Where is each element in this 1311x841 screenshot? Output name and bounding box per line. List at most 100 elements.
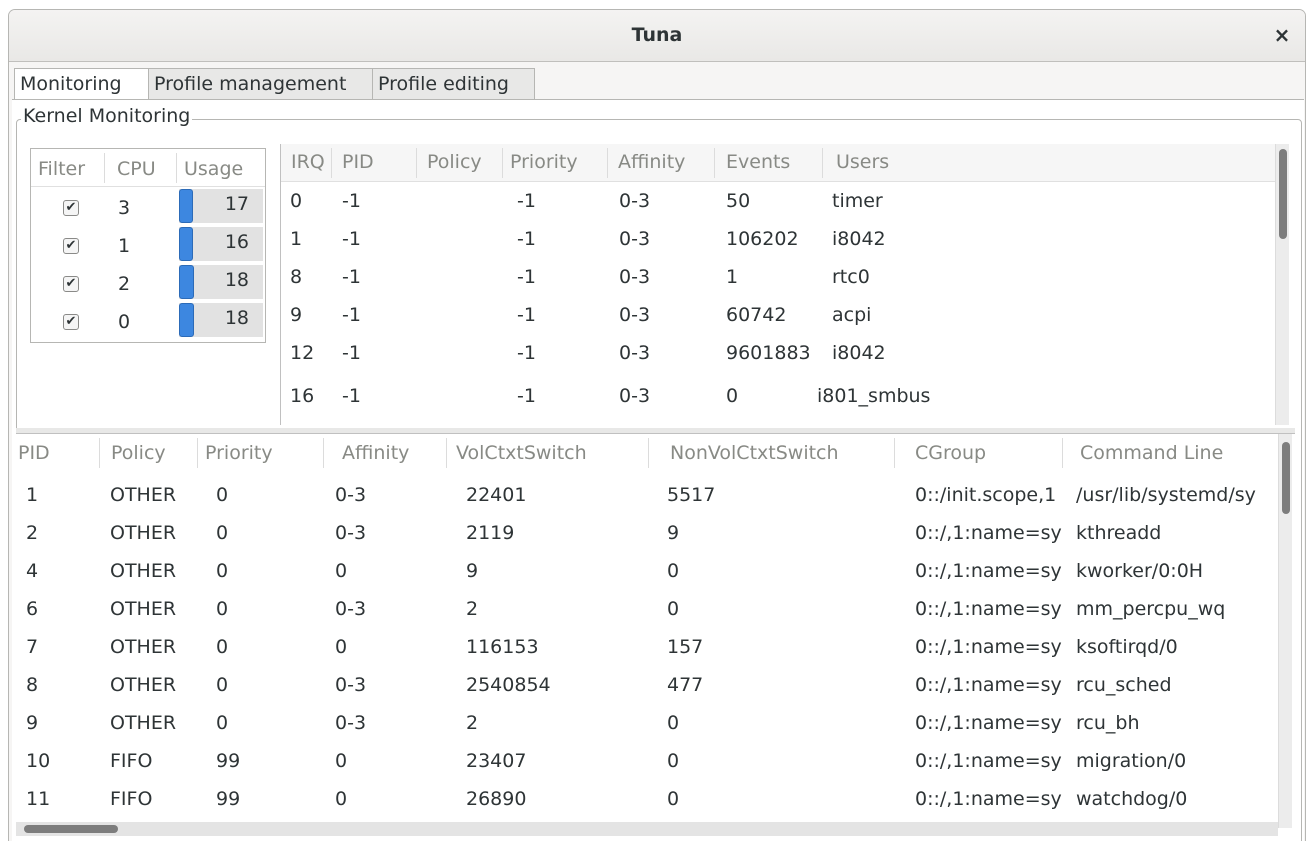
usage-value: 18 [224,307,249,329]
column-header-volctxtswitch[interactable]: VolCtxtSwitch [456,442,587,464]
affinity-cell: 0 [335,560,348,582]
scrollbar-thumb[interactable] [24,825,118,833]
column-header-policy[interactable]: Policy [427,151,482,173]
column-header-command-line[interactable]: Command Line [1080,442,1223,464]
priority-cell: -1 [517,266,536,288]
column-header-filter[interactable]: Filter [38,158,85,180]
affinity-cell: 0-3 [335,598,367,620]
nonvolctxtswitch-cell: 5517 [667,484,716,506]
cpu-number: 2 [118,273,131,295]
pid-cell: -1 [342,304,361,326]
policy-cell: OTHER [110,560,177,582]
priority-cell: 0 [216,712,229,734]
filter-checkbox[interactable]: ✔ [63,314,79,330]
affinity-cell: 0-3 [619,228,651,250]
nonvolctxtswitch-cell: 157 [667,636,704,658]
tab-monitoring[interactable]: Monitoring [14,68,149,100]
priority-cell: 99 [216,788,241,810]
nonvolctxtswitch-cell: 0 [667,750,680,772]
policy-cell: OTHER [110,522,177,544]
column-separator [714,148,715,178]
scrollbar-thumb[interactable] [1282,442,1290,514]
column-separator [104,153,105,183]
affinity-cell: 0-3 [335,522,367,544]
column-header-affinity[interactable]: Affinity [618,151,685,173]
tab-profile-editing[interactable]: Profile editing [372,68,535,100]
volctxtswitch-cell: 23407 [466,750,527,772]
column-header-affinity[interactable]: Affinity [342,442,409,464]
volctxtswitch-cell: 26890 [466,788,527,810]
nonvolctxtswitch-cell: 0 [667,560,680,582]
filter-checkbox[interactable]: ✔ [63,200,79,216]
priority-cell: 0 [216,636,229,658]
column-header-irq[interactable]: IRQ [291,151,325,173]
irq-cell: 1 [290,228,303,250]
column-header-cgroup[interactable]: CGroup [915,442,986,464]
priority-cell: -1 [517,190,536,212]
column-header-priority[interactable]: Priority [205,442,273,464]
pid-cell: 9 [26,712,39,734]
pid-cell: -1 [342,266,361,288]
policy-cell: OTHER [110,636,177,658]
kernel-monitoring-label: Kernel Monitoring [21,105,193,127]
pid-cell: -1 [342,342,361,364]
close-button[interactable]: × [1269,22,1295,48]
policy-cell: FIFO [110,788,153,810]
affinity-cell: 0 [335,636,348,658]
column-header-cpu[interactable]: CPU [117,158,156,180]
pid-cell: -1 [342,385,361,407]
column-header-pid[interactable]: PID [342,151,374,173]
pid-cell: 8 [26,674,39,696]
column-header-policy[interactable]: Policy [111,442,166,464]
command-line-cell: migration/0 [1076,750,1187,772]
tab-profile-management[interactable]: Profile management [148,68,373,100]
filter-checkbox[interactable]: ✔ [63,238,79,254]
affinity-cell: 0-3 [619,342,651,364]
process-vertical-scrollbar[interactable] [1278,434,1292,828]
events-cell: 0 [726,385,739,407]
events-cell: 9601883 [726,342,811,364]
affinity-cell: 0-3 [619,385,651,407]
cpu-number: 0 [118,311,131,333]
command-line-cell: ksoftirqd/0 [1076,636,1178,658]
volctxtswitch-cell: 2 [466,712,479,734]
volctxtswitch-cell: 22401 [466,484,527,506]
title-bar[interactable]: Tuna × [9,10,1305,62]
column-header-users[interactable]: Users [836,151,889,173]
column-separator [176,153,177,183]
cgroup-cell: 0::/,1:name=sy [915,674,1062,696]
users-cell: timer [832,190,883,212]
process-list: PID Policy Priority Affinity VolCtxtSwit… [16,433,1295,841]
policy-cell: OTHER [110,674,177,696]
pid-cell: 11 [26,788,51,810]
priority-cell: 0 [216,522,229,544]
column-separator [894,438,895,468]
usage-progress: 16 [179,227,263,261]
scrollbar-thumb[interactable] [1279,149,1287,239]
filter-checkbox[interactable]: ✔ [63,276,79,292]
irq-cell: 9 [290,304,303,326]
nonvolctxtswitch-cell: 477 [667,674,704,696]
irq-list-header: IRQ PID Policy Priority Affinity Events … [281,144,1279,182]
pid-cell: 2 [26,522,39,544]
irq-vertical-scrollbar[interactable] [1275,144,1289,425]
column-header-pid[interactable]: PID [18,442,50,464]
process-horizontal-scrollbar[interactable] [16,822,1278,836]
affinity-cell: 0 [335,750,348,772]
cgroup-cell: 0::/,1:name=sy [915,598,1062,620]
column-header-usage[interactable]: Usage [184,158,243,180]
command-line-cell: watchdog/0 [1076,788,1188,810]
irq-list: IRQ PID Policy Priority Affinity Events … [280,144,1295,425]
usage-fill [179,227,193,261]
column-header-events[interactable]: Events [726,151,790,173]
affinity-cell: 0-3 [335,484,367,506]
column-separator [822,148,823,178]
policy-cell: OTHER [110,598,177,620]
cpu-number: 1 [118,235,131,257]
column-header-nonvolctxtswitch[interactable]: NonVolCtxtSwitch [670,442,839,464]
usage-value: 17 [224,193,249,215]
events-cell: 106202 [726,228,799,250]
pid-cell: 10 [26,750,51,772]
column-header-priority[interactable]: Priority [510,151,578,173]
priority-cell: 0 [216,674,229,696]
